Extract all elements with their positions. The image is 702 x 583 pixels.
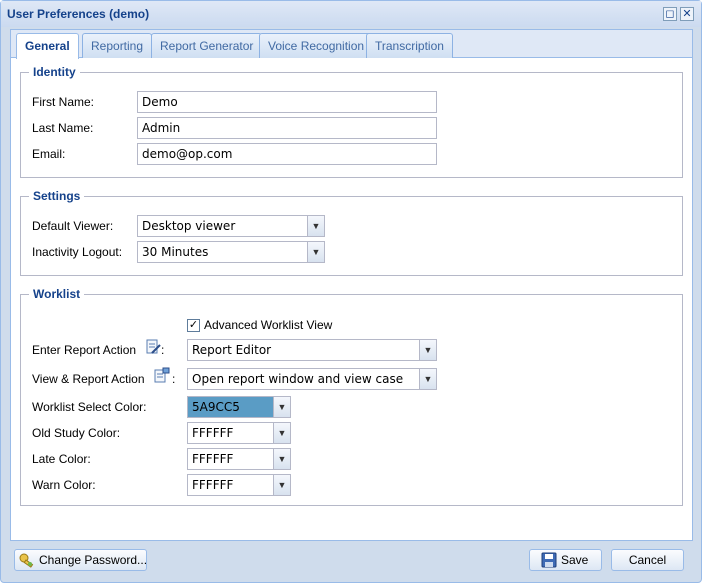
tab-transcription[interactable]: Transcription	[366, 33, 453, 58]
cancel-button[interactable]: Cancel	[611, 549, 684, 571]
old-study-color-picker[interactable]: FFFFFF ▼	[187, 422, 291, 444]
old-study-color-value: FFFFFF	[192, 426, 234, 440]
inactivity-logout-label: Inactivity Logout:	[32, 245, 123, 259]
email-label: Email:	[32, 147, 66, 161]
settings-legend: Settings	[29, 189, 85, 203]
enter-report-action-select[interactable]: Report Editor ▼	[187, 339, 437, 361]
change-password-button[interactable]: Change Password...	[14, 549, 147, 571]
old-study-color-label: Old Study Color:	[32, 426, 121, 440]
identity-fieldset: Identity First Name: Demo Last Name: Adm…	[20, 65, 683, 178]
first-name-field[interactable]: Demo	[137, 91, 437, 113]
first-name-label: First Name:	[32, 95, 95, 109]
worklist-select-color-label: Worklist Select Color:	[32, 400, 147, 414]
tab-general[interactable]: General	[16, 33, 79, 59]
tab-reporting[interactable]: Reporting	[82, 33, 153, 58]
key-icon	[19, 552, 35, 568]
late-color-picker[interactable]: FFFFFF ▼	[187, 448, 291, 470]
report-view-icon	[154, 367, 170, 383]
save-button[interactable]: Save	[529, 549, 602, 571]
worklist-select-color-picker[interactable]: 5A9CC5 ▼	[187, 396, 291, 418]
last-name-label: Last Name:	[32, 121, 94, 135]
worklist-select-color-value: 5A9CC5	[192, 400, 240, 414]
chevron-down-icon[interactable]: ▼	[273, 423, 290, 443]
chevron-down-icon[interactable]: ▼	[273, 449, 290, 469]
warn-color-value: FFFFFF	[192, 478, 234, 492]
chevron-down-icon[interactable]: ▼	[273, 397, 290, 417]
report-edit-icon	[145, 339, 161, 355]
view-report-action-value: Open report window and view case	[192, 372, 404, 386]
user-preferences-window: User Preferences (demo) ◻ ✕ General Repo…	[0, 0, 702, 583]
default-viewer-value: Desktop viewer	[142, 219, 236, 233]
email-field[interactable]: demo@op.com	[137, 143, 437, 165]
late-color-label: Late Color:	[32, 452, 91, 466]
identity-legend: Identity	[29, 65, 80, 79]
maximize-icon[interactable]: ◻	[663, 7, 677, 21]
chevron-down-icon[interactable]: ▼	[419, 340, 436, 360]
enter-report-action-value: Report Editor	[192, 343, 272, 357]
enter-report-colon: :	[161, 343, 165, 357]
worklist-legend: Worklist	[29, 287, 85, 301]
view-report-action-select[interactable]: Open report window and view case ▼	[187, 368, 437, 390]
chevron-down-icon[interactable]: ▼	[419, 369, 436, 389]
close-icon[interactable]: ✕	[680, 7, 694, 21]
tab-voice-recognition[interactable]: Voice Recognition	[259, 33, 374, 58]
chevron-down-icon[interactable]: ▼	[307, 242, 324, 262]
settings-fieldset: Settings Default Viewer: Desktop viewer …	[20, 189, 683, 276]
last-name-field[interactable]: Admin	[137, 117, 437, 139]
default-viewer-select[interactable]: Desktop viewer ▼	[137, 215, 325, 237]
late-color-value: FFFFFF	[192, 452, 234, 466]
tab-report-generator[interactable]: Report Generator	[151, 33, 263, 58]
chevron-down-icon[interactable]: ▼	[307, 216, 324, 236]
tab-strip: General Reporting Report Generator Voice…	[11, 30, 692, 59]
default-viewer-label: Default Viewer:	[32, 219, 114, 233]
view-report-colon: :	[172, 372, 176, 386]
view-report-action-label: View & Report Action	[32, 372, 145, 386]
change-password-label: Change Password...	[39, 553, 148, 567]
floppy-disk-icon	[541, 552, 557, 568]
warn-color-label: Warn Color:	[32, 478, 96, 492]
warn-color-picker[interactable]: FFFFFF ▼	[187, 474, 291, 496]
cancel-label: Cancel	[628, 553, 667, 567]
enter-report-action-label: Enter Report Action	[32, 343, 137, 357]
advanced-worklist-checkbox[interactable]: ✓	[187, 319, 200, 332]
preferences-panel: General Reporting Report Generator Voice…	[10, 29, 693, 541]
chevron-down-icon[interactable]: ▼	[273, 475, 290, 495]
inactivity-logout-select[interactable]: 30 Minutes ▼	[137, 241, 325, 263]
advanced-worklist-label: Advanced Worklist View	[204, 318, 333, 332]
save-label: Save	[561, 553, 589, 567]
window-titlebar[interactable]: User Preferences (demo) ◻ ✕	[1, 1, 701, 27]
window-title: User Preferences (demo)	[7, 7, 150, 21]
inactivity-logout-value: 30 Minutes	[142, 245, 209, 259]
worklist-fieldset: Worklist ✓ Advanced Worklist View Enter …	[20, 287, 683, 506]
